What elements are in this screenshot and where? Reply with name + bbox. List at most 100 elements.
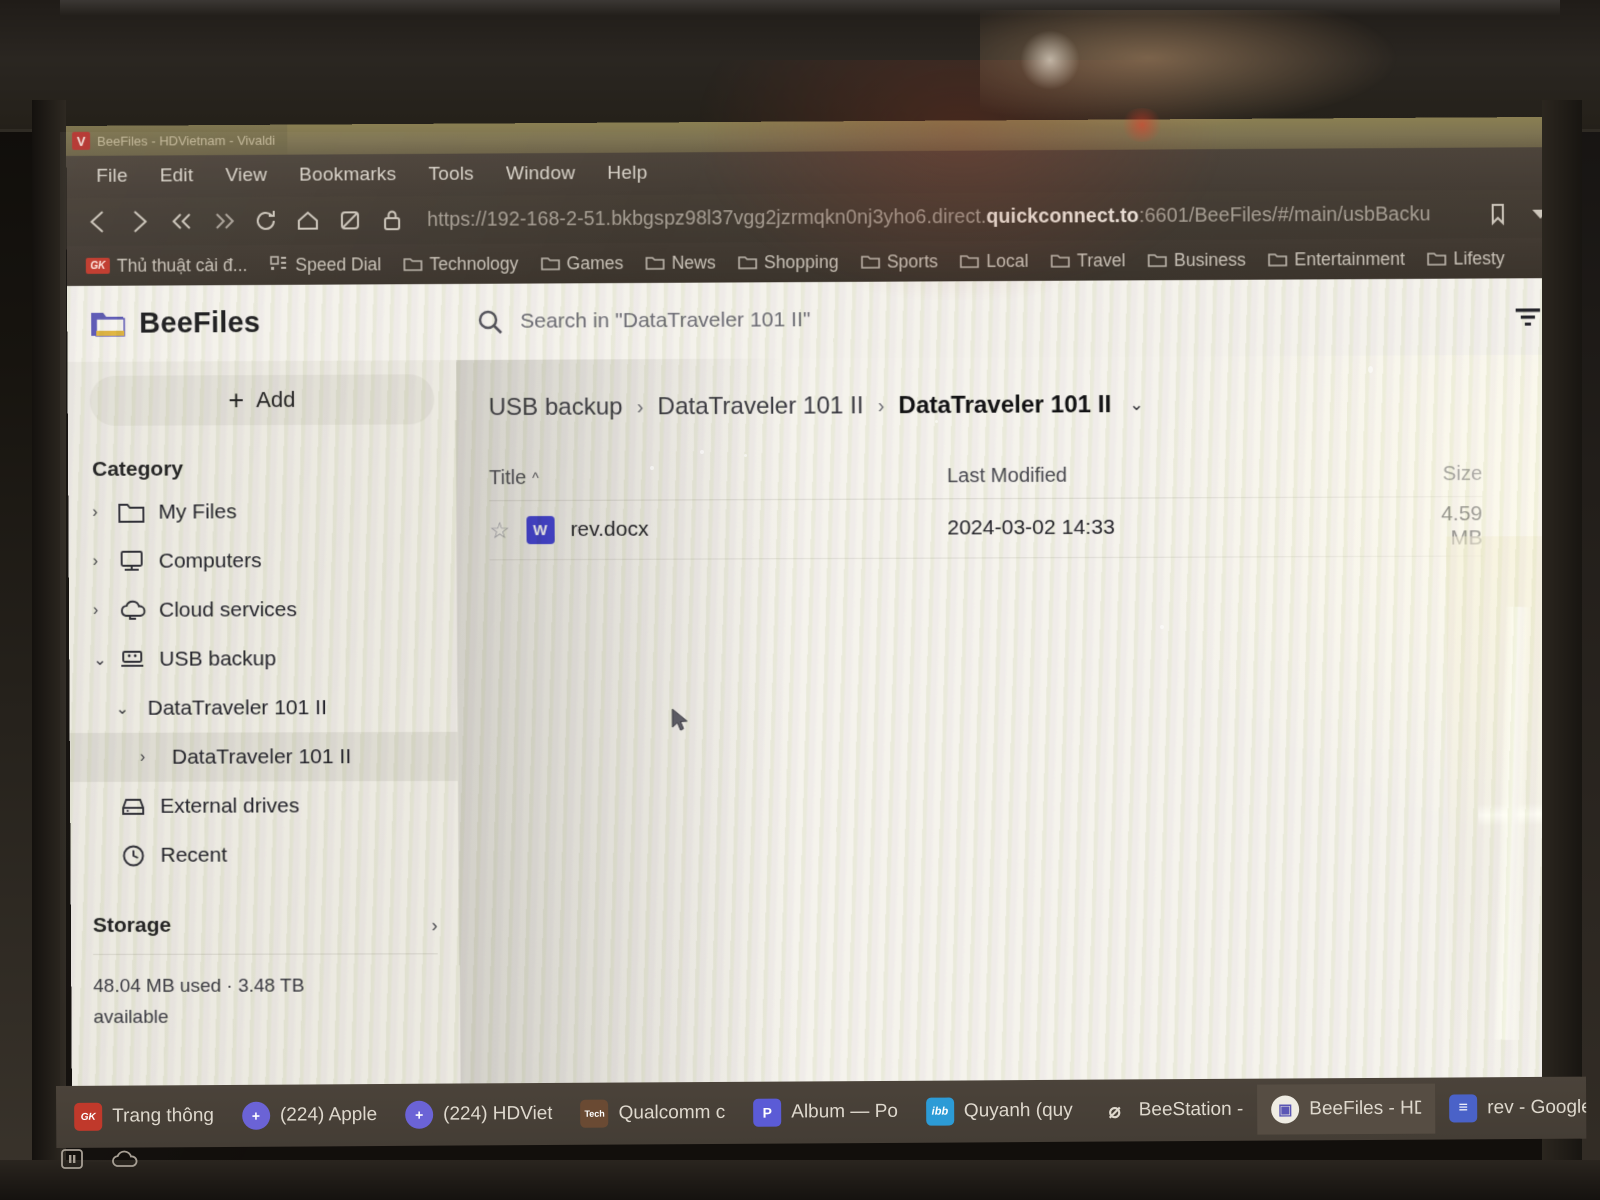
sidebar-item-recent[interactable]: › Recent xyxy=(70,830,459,880)
file-name[interactable]: rev.docx xyxy=(570,518,648,542)
url-path: :6601/BeeFiles/#/main/usbBacku xyxy=(1138,202,1431,227)
sidebar-item-usb-backup[interactable]: ⌄ USB backup xyxy=(69,634,458,684)
bookmark-item[interactable]: Sports xyxy=(850,251,950,273)
bookmark-label: Sports xyxy=(886,250,938,272)
laptop-bezel-bottom xyxy=(0,1160,1600,1200)
sidebar-item-label: DataTraveler 101 II xyxy=(147,695,327,720)
bookmark-item[interactable]: Travel xyxy=(1040,250,1137,272)
taskbar-item[interactable]: ≡ rev - Google xyxy=(1435,1083,1586,1134)
table-row[interactable]: ☆ W rev.docx 2024-03-02 14:33 4.59 MB xyxy=(489,497,1482,559)
bookmark-item[interactable]: Technology xyxy=(392,253,529,275)
menu-help[interactable]: Help xyxy=(591,158,663,189)
column-header-title-label: Title xyxy=(488,466,527,489)
bookmark-item[interactable]: Speed Dial xyxy=(258,254,392,276)
browser-tab[interactable]: V BeeFiles - HDVietnam - Vivaldi xyxy=(66,124,288,156)
bookmark-item[interactable]: Entertainment xyxy=(1257,248,1416,270)
chevron-right-icon[interactable]: › xyxy=(431,915,437,936)
home-icon[interactable] xyxy=(287,199,329,241)
taskbar-item[interactable]: GK Trang thông xyxy=(60,1091,228,1142)
column-header-title[interactable]: Title ^ xyxy=(489,465,947,490)
sidebar-item-computers[interactable]: › Computers xyxy=(69,535,458,586)
chevron-down-icon[interactable]: ⌄ xyxy=(93,649,119,669)
taskbar-item[interactable]: ⌀ BeeStation - xyxy=(1087,1085,1258,1136)
bookmark-item[interactable]: GK Thủ thuật cài đ... xyxy=(75,254,259,276)
column-header-last-modified[interactable]: Last Modified xyxy=(947,463,1422,488)
block-ads-icon[interactable] xyxy=(329,199,371,241)
sidebar-item-datatraveler-parent[interactable]: ⌄ DataTraveler 101 II xyxy=(69,683,458,733)
pause-icon[interactable] xyxy=(60,1148,84,1175)
plus-icon: + xyxy=(228,384,245,415)
address-bar[interactable]: https://192-168-2-51.bkbgspz98l37vgg2jzr… xyxy=(419,195,1477,239)
bookmark-item[interactable]: Games xyxy=(529,252,634,274)
monitor-icon xyxy=(119,549,153,573)
search-bar[interactable]: Search in "DataTraveler 101 II" xyxy=(450,303,1506,337)
back-icon[interactable] xyxy=(76,201,118,243)
chevron-right-icon[interactable]: › xyxy=(140,748,166,766)
laptop-bezel-right xyxy=(1542,100,1582,1200)
sidebar-item-my-files[interactable]: › My Files xyxy=(68,486,457,537)
bookmark-label: Lifesty xyxy=(1453,247,1505,269)
rewind-icon[interactable] xyxy=(160,200,202,242)
taskbar-item[interactable]: + (224) Apple xyxy=(228,1090,391,1141)
column-header-size[interactable]: Size xyxy=(1422,462,1483,485)
bookmark-label: Speed Dial xyxy=(295,253,382,275)
forward-icon[interactable] xyxy=(118,200,160,242)
folder-icon xyxy=(540,254,559,273)
folder-icon xyxy=(1268,250,1287,269)
plus-badge-icon: + xyxy=(405,1100,434,1129)
app-brand[interactable]: BeeFiles xyxy=(89,306,450,341)
storage-section-header[interactable]: Storage › xyxy=(71,913,460,938)
breadcrumb: USB backup › DataTraveler 101 II › DataT… xyxy=(456,355,1573,423)
breadcrumb-item[interactable]: USB backup xyxy=(489,393,623,422)
clock-icon xyxy=(120,843,154,867)
add-button-label: Add xyxy=(256,386,296,413)
sidebar-item-datatraveler-selected[interactable]: › DataTraveler 101 II xyxy=(69,731,459,783)
menu-window[interactable]: Window xyxy=(490,159,591,190)
chevron-right-icon[interactable]: › xyxy=(93,601,119,619)
chevron-down-icon[interactable]: ⌄ xyxy=(1129,395,1144,415)
chevron-right-icon[interactable]: › xyxy=(92,503,118,521)
search-icon xyxy=(476,308,504,336)
search-input[interactable]: Search in "DataTraveler 101 II" xyxy=(520,308,810,334)
menu-file[interactable]: File xyxy=(80,162,144,192)
taskbar-item[interactable]: P Album — Po xyxy=(739,1087,912,1138)
taskbar-item-label: Qualcomm c xyxy=(618,1101,726,1124)
reload-icon[interactable] xyxy=(245,200,287,242)
folder-icon xyxy=(1427,249,1446,268)
menu-edit[interactable]: Edit xyxy=(144,161,210,191)
bookmark-label: News xyxy=(671,251,716,273)
sidebar-item-cloud-services[interactable]: › Cloud services xyxy=(69,585,458,635)
menu-bookmarks[interactable]: Bookmarks xyxy=(283,160,412,191)
taskbar-item[interactable]: + (224) HDViet xyxy=(391,1089,567,1140)
menu-tools[interactable]: Tools xyxy=(412,159,490,190)
word-doc-icon: W xyxy=(526,515,555,545)
chevron-down-icon[interactable]: ⌄ xyxy=(116,698,142,718)
bookmark-add-icon[interactable] xyxy=(1476,193,1519,236)
cloud-icon[interactable] xyxy=(110,1149,140,1174)
bookmark-label: Travel xyxy=(1076,249,1126,271)
lock-icon[interactable] xyxy=(371,199,413,241)
taskbar-item-active[interactable]: ▣ BeeFiles - HD xyxy=(1257,1083,1436,1135)
fast-forward-icon[interactable] xyxy=(203,200,245,242)
star-icon[interactable]: ☆ xyxy=(489,517,510,544)
sidebar-category-title: Category xyxy=(92,457,184,481)
bookmark-item[interactable]: News xyxy=(634,252,726,274)
sidebar-item-external-drives[interactable]: › External drives xyxy=(70,781,459,831)
glare-window-frame-vertical xyxy=(1492,606,1532,1041)
bookmark-label: Local xyxy=(986,250,1029,271)
folder-icon xyxy=(645,253,664,272)
bookmark-item[interactable]: Shopping xyxy=(727,251,850,273)
bookmark-item[interactable]: Lifesty xyxy=(1416,248,1516,270)
folder-icon xyxy=(403,255,422,274)
menu-view[interactable]: View xyxy=(209,161,283,191)
chevron-right-icon[interactable]: › xyxy=(93,552,119,570)
breadcrumb-item[interactable]: DataTraveler 101 II xyxy=(657,392,863,421)
bookmark-item[interactable]: Local xyxy=(949,250,1040,272)
browser-tab-title: BeeFiles - HDVietnam - Vivaldi xyxy=(97,132,276,149)
taskbar-item[interactable]: Tech Qualcomm c xyxy=(566,1088,739,1139)
taskbar-item[interactable]: ibb Quyanh (quy xyxy=(912,1086,1087,1137)
breadcrumb-item-current[interactable]: DataTraveler 101 II xyxy=(898,391,1111,420)
add-button[interactable]: + Add xyxy=(89,374,435,426)
bookmark-item[interactable]: Business xyxy=(1137,249,1258,271)
app-body: + Add Category › My Files › Computers › … xyxy=(67,352,1578,1087)
